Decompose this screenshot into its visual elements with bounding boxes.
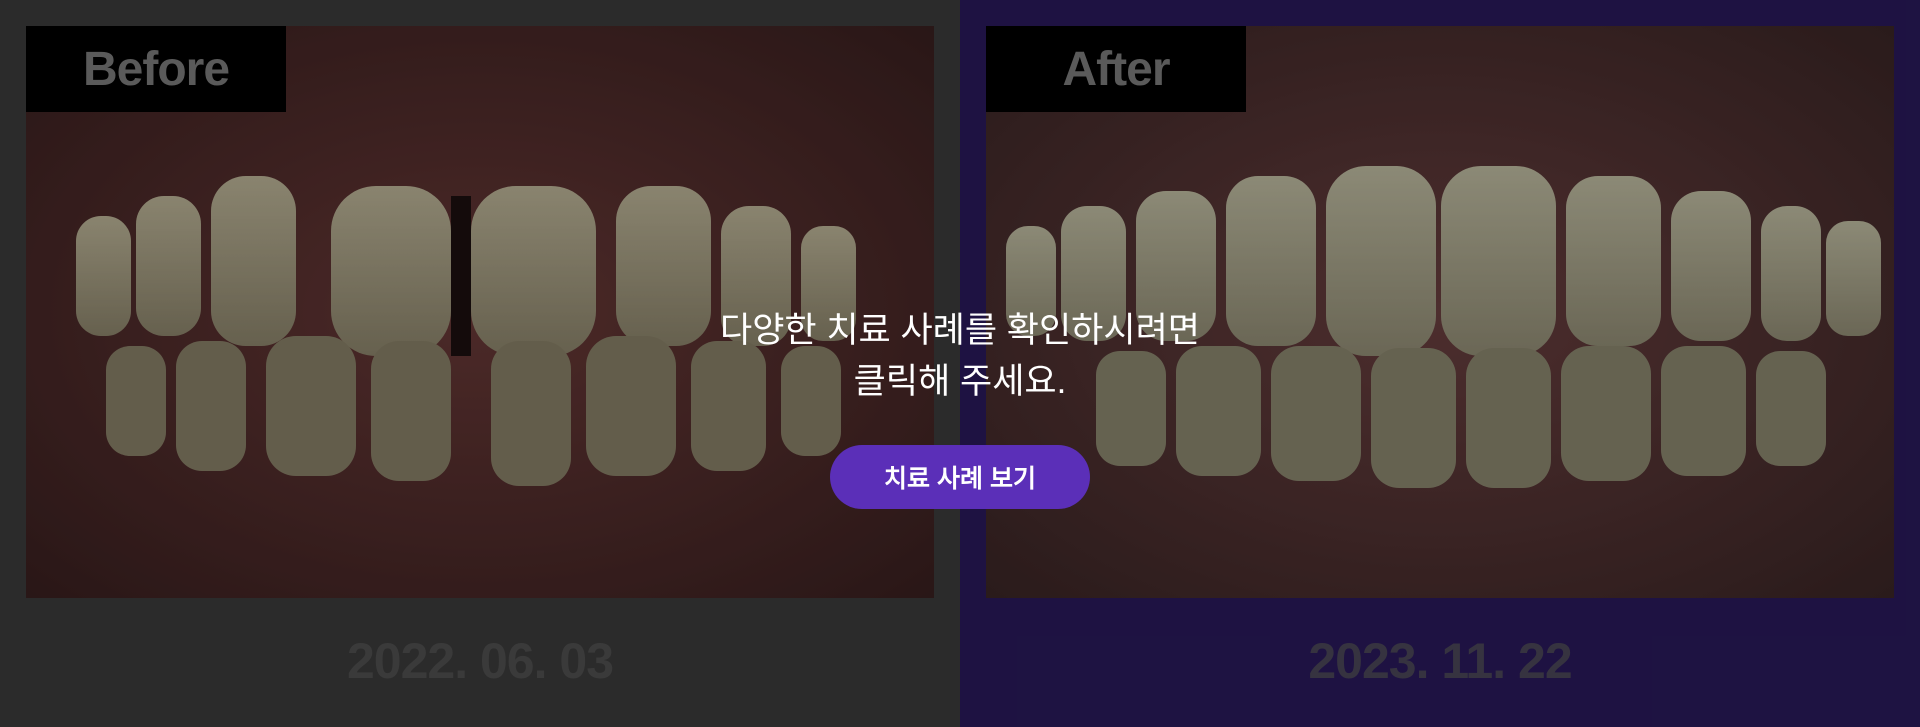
after-tag: After: [986, 26, 1246, 112]
before-date: 2022. 06. 03: [346, 633, 614, 689]
view-cases-button[interactable]: 치료 사례 보기: [830, 445, 1090, 509]
before-after-section: Before 2022. 06. 03 After 2023. 11. 22 다…: [0, 0, 1920, 727]
overlay-message: 다양한 치료 사례를 확인하시려면 클릭해 주세요.: [0, 305, 1920, 407]
overlay-message-line1: 다양한 치료 사례를 확인하시려면: [720, 311, 1200, 350]
overlay-message-line2: 클릭해 주세요.: [853, 362, 1067, 401]
after-date: 2023. 11. 22: [1308, 633, 1572, 689]
before-tag: Before: [26, 26, 286, 112]
